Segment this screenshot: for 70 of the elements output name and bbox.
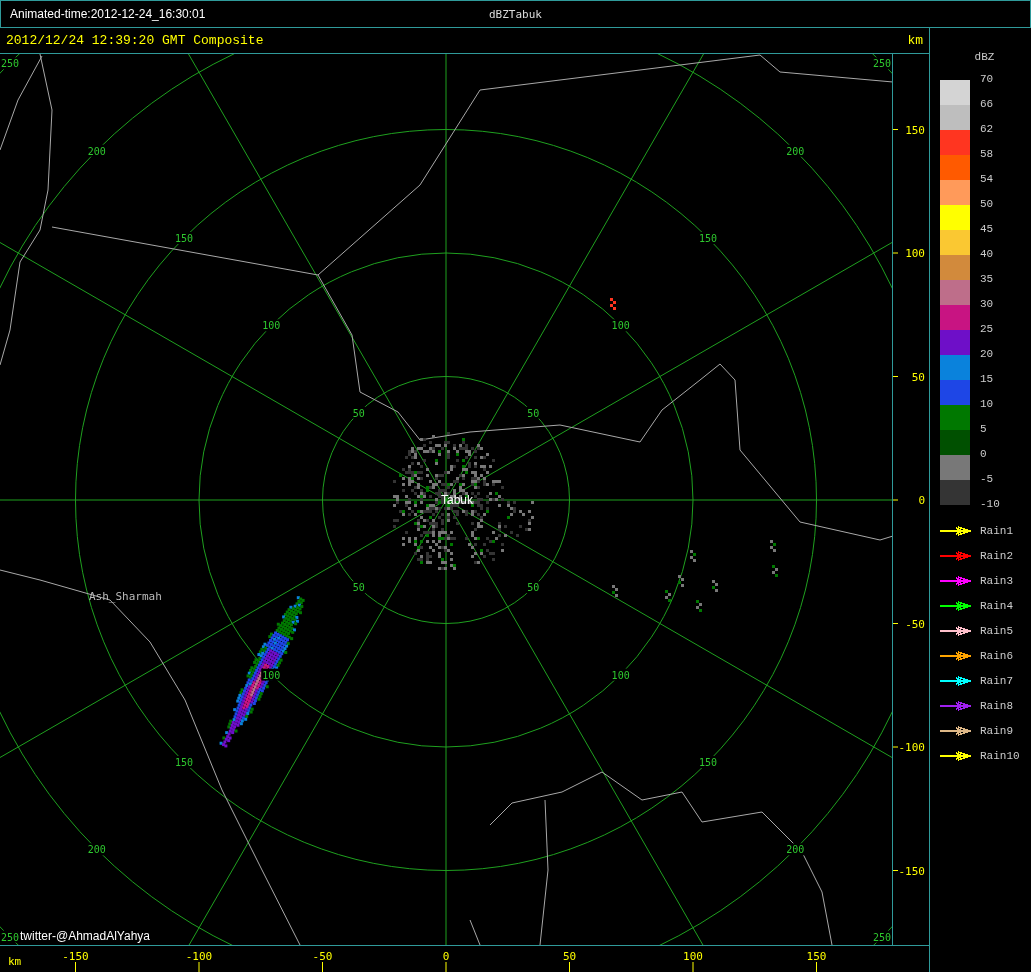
- axis-tick-label: -50: [905, 617, 925, 631]
- axis-unit: km: [8, 955, 22, 968]
- range-ring-label: 200: [87, 844, 106, 856]
- scale-label: 50: [980, 198, 994, 212]
- range-ring-label: 50: [352, 407, 365, 419]
- range-ring-label: 50: [352, 582, 365, 594]
- track-label: Rain2: [980, 550, 1013, 562]
- axis-tick-label: -50: [312, 950, 333, 963]
- axis-tick-label: 100: [683, 950, 703, 963]
- axis-tick-label: 150: [905, 123, 925, 137]
- track-label: Rain4: [980, 600, 1013, 612]
- axis-unit: km: [907, 33, 923, 48]
- scale-label: 25: [980, 323, 994, 337]
- scale-label: 45: [980, 223, 994, 237]
- scale-label: 70: [980, 73, 994, 87]
- scale-label: -10: [980, 498, 1001, 512]
- range-ring-label: 150: [698, 233, 717, 244]
- scale-label: 5: [980, 423, 987, 437]
- scale-label: 66: [980, 98, 994, 112]
- track-label: Rain7: [980, 675, 1013, 687]
- scale-label: 30: [980, 298, 994, 312]
- timestamp-header: 2012/12/24 12:39:20 GMT Composite: [6, 33, 264, 48]
- scale-label: 0: [980, 448, 987, 462]
- range-ring-label: 250: [0, 931, 20, 943]
- range-ring-label: 100: [262, 669, 281, 681]
- range-ring-label: 100: [262, 320, 281, 332]
- range-ring-label: 250: [872, 931, 892, 943]
- axis-tick-label: -150: [62, 950, 89, 963]
- axis-tick-label: -100: [185, 950, 213, 963]
- scale-label: 20: [980, 348, 994, 362]
- range-ring-label: 50: [527, 407, 540, 419]
- track-label: Rain10: [980, 750, 1020, 762]
- track-label: Rain1: [980, 525, 1013, 537]
- range-ring-label: 250: [872, 58, 892, 70]
- scale-label: 15: [980, 373, 994, 387]
- scale-label: 40: [980, 248, 994, 262]
- range-ring-label: 150: [175, 757, 194, 768]
- range-ring-label: 50: [527, 582, 540, 594]
- track-label: Rain6: [980, 650, 1013, 662]
- scale-label: 10: [980, 398, 994, 412]
- range-ring-label: 250: [0, 58, 20, 70]
- axis-tick-label: 150: [806, 950, 827, 963]
- scale-label: 58: [980, 148, 994, 162]
- place-label: Tabuk: [441, 493, 474, 507]
- range-ring-label: 100: [611, 320, 630, 332]
- window-title: dBZTabuk: [489, 7, 542, 21]
- range-ring-label: 200: [786, 145, 805, 157]
- range-ring-label: 150: [698, 757, 717, 768]
- axis-tick-label: -150: [898, 864, 925, 878]
- range-ring-label: 100: [611, 669, 630, 681]
- scale-label: 54: [980, 173, 994, 187]
- range-ring-label: 200: [786, 844, 805, 856]
- credit-text: twitter-@AhmadAlYahya: [20, 929, 150, 943]
- axis-tick-label: 100: [905, 247, 925, 260]
- animated-time: Animated-time:2012-12-24_16:30:01: [9, 7, 206, 21]
- scale-label: 62: [980, 123, 994, 137]
- axis-tick-label: 50: [911, 370, 925, 384]
- range-ring-label: 200: [87, 145, 106, 157]
- axis-tick-label: 0: [918, 494, 925, 507]
- scale-label: 35: [980, 273, 994, 287]
- axis-tick-label: 0: [442, 950, 450, 963]
- axis-tick-label: -100: [898, 741, 925, 754]
- scale-label: -5: [980, 473, 994, 487]
- track-label: Rain9: [980, 725, 1013, 737]
- track-label: Rain5: [980, 625, 1013, 637]
- track-label: Rain8: [980, 700, 1013, 712]
- track-label: Rain3: [980, 575, 1013, 587]
- legend-title: dBZ: [973, 51, 995, 63]
- axis-tick-label: 50: [562, 950, 577, 963]
- range-ring-label: 150: [175, 233, 194, 244]
